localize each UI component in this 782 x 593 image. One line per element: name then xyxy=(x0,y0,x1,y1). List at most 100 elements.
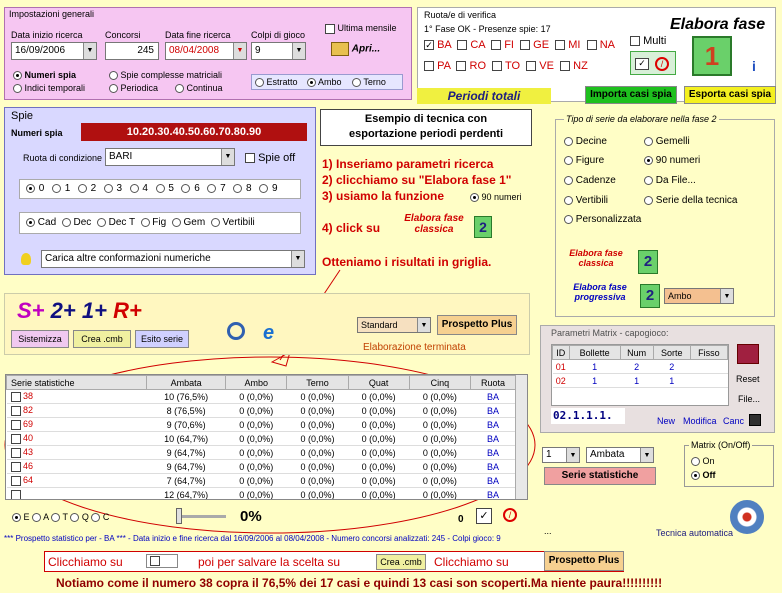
prospetto-plus-button[interactable]: Prospetto Plus xyxy=(437,315,517,335)
save-icon[interactable] xyxy=(749,414,761,426)
matrix-reset[interactable]: Reset xyxy=(736,374,760,384)
matrix-panel: Parametri Matrix - capogioco: ID Bollett… xyxy=(540,325,775,433)
checkbox-sample-icon xyxy=(146,554,178,568)
crea-cmb-button[interactable]: Crea .cmb xyxy=(73,330,131,348)
radio-icon[interactable] xyxy=(91,513,101,523)
chevron-down-icon[interactable]: ▼ xyxy=(566,448,579,462)
chevron-down-icon[interactable]: ▼ xyxy=(640,448,653,462)
checkbox-icon[interactable] xyxy=(10,475,21,486)
confirm-check-icon[interactable]: ✓ xyxy=(476,508,492,524)
elabora-classica-button[interactable]: 2 xyxy=(638,250,658,274)
target-icon[interactable] xyxy=(730,500,764,534)
matrix-col: Num xyxy=(619,345,654,360)
radio-icon[interactable] xyxy=(691,471,700,481)
radio-icon[interactable] xyxy=(644,195,653,205)
matrix-table: ID Bollette Num Sorte Fisso 01 1 2 2 02 1 1 1 xyxy=(552,345,729,388)
tipo-gemelli[interactable]: Gemelli xyxy=(644,136,690,147)
matrix-dots: ... xyxy=(544,526,552,536)
checkbox-icon[interactable] xyxy=(10,461,21,472)
matrix-col: Fisso xyxy=(689,345,729,360)
results-col[interactable]: Cinq xyxy=(408,375,471,390)
matrix-modifica[interactable]: Modifica xyxy=(683,416,717,426)
results-col[interactable]: Ambo xyxy=(225,375,288,390)
checkbox-icon[interactable] xyxy=(10,419,21,430)
tipo-cadenze[interactable]: Cadenze xyxy=(564,175,616,186)
search-icon[interactable] xyxy=(227,322,245,340)
radio-icon[interactable] xyxy=(70,513,80,523)
checkbox-icon[interactable] xyxy=(10,405,21,416)
tipo-decine[interactable]: Decine xyxy=(564,136,607,147)
matrix-title: Parametri Matrix - capogioco: xyxy=(551,328,669,338)
elabora-progressiva-label: Elabora fase progressiva xyxy=(573,282,627,302)
checkbox-icon[interactable] xyxy=(10,391,21,402)
radio-icon[interactable] xyxy=(564,136,573,146)
tipo-figure[interactable]: Figure xyxy=(564,155,604,166)
cancel-icon[interactable]: / xyxy=(503,508,517,522)
results-col[interactable]: Terno xyxy=(286,375,349,390)
radio-icon[interactable] xyxy=(32,513,42,523)
matrix-code: 02.1.1.1. xyxy=(551,408,625,424)
footer-poi: poi per salvare la scelta su xyxy=(198,555,341,569)
checkbox-icon[interactable] xyxy=(10,433,21,444)
checkbox-icon[interactable] xyxy=(10,447,21,458)
table-row[interactable]: 64 7 (64,7%) 0 (0,0%) 0 (0,0%) 0 (0,0%) 0 (0,… xyxy=(6,473,516,488)
sistemizza-button[interactable]: Sistemizza xyxy=(11,330,69,348)
radio-icon[interactable] xyxy=(564,155,573,165)
radio-icon[interactable] xyxy=(564,175,573,185)
radio-icon[interactable] xyxy=(51,513,61,523)
chevron-down-icon[interactable]: ▼ xyxy=(417,318,430,332)
matrix-new[interactable]: New xyxy=(657,416,675,426)
serie-statistiche-button[interactable]: Serie statistiche xyxy=(544,467,656,485)
matrix-off[interactable]: Off xyxy=(691,470,716,481)
table-row[interactable]: 46 9 (64,7%) 0 (0,0%) 0 (0,0%) 0 (0,0%) 0 (0,… xyxy=(6,459,516,474)
matrix-canc[interactable]: Canc xyxy=(723,416,744,426)
formula-text: S+ 2+ 1+ R+ xyxy=(17,298,142,323)
matrix-file[interactable]: File... xyxy=(738,394,760,404)
radio-icon[interactable] xyxy=(644,155,653,165)
results-col[interactable]: Serie statistiche xyxy=(6,375,147,390)
tipo-personalizzata[interactable]: Personalizzata xyxy=(564,214,641,225)
radio-icon[interactable] xyxy=(564,195,573,205)
table-row[interactable]: 12 (64,7%) 0 (0,0%) 0 (0,0%) 0 (0,0%) 0 (0,0… xyxy=(6,487,516,499)
footer-crea-cmb: Crea .cmb xyxy=(376,554,426,570)
chevron-down-icon[interactable]: ▼ xyxy=(720,289,733,303)
percent-value: 0% xyxy=(240,508,262,525)
slider-thumb[interactable] xyxy=(176,508,182,524)
elabora-progressiva-button[interactable]: 2 xyxy=(640,284,660,308)
table-row[interactable]: 43 9 (64,7%) 0 (0,0%) 0 (0,0%) 0 (0,0%) 0 (0,… xyxy=(6,445,516,460)
results-col[interactable]: Ruota xyxy=(469,375,517,390)
table-scrollbar[interactable] xyxy=(515,375,527,499)
progressiva-sorte-select[interactable]: Ambo ▼ xyxy=(664,288,734,304)
checkbox-icon xyxy=(150,556,160,566)
results-col[interactable]: Ambata xyxy=(145,375,227,390)
percent-slider[interactable] xyxy=(176,515,226,518)
radio-icon[interactable] xyxy=(564,214,573,224)
matrix-row[interactable]: 02 1 1 1 xyxy=(552,373,728,388)
browser-icon[interactable]: e xyxy=(263,322,285,344)
tipo-90-numeri[interactable]: 90 numeri xyxy=(644,155,700,166)
radio-icon[interactable] xyxy=(12,513,21,523)
results-col[interactable]: Quat xyxy=(347,375,410,390)
radio-icon[interactable] xyxy=(644,175,653,185)
tipo-vertibili[interactable]: Vertibili xyxy=(564,195,608,206)
table-row[interactable]: 69 9 (70,6%) 0 (0,0%) 0 (0,0%) 0 (0,0%) 0 (0,… xyxy=(6,417,516,432)
radio-icon[interactable] xyxy=(644,136,653,146)
serie-sorte-select[interactable]: Ambata ▼ xyxy=(586,447,654,463)
footer-prospetto: Prospetto Plus xyxy=(544,551,624,571)
table-row[interactable]: 38 10 (76,5%) 0 (0,0%) 0 (0,0%) 0 (0,0%) 0 (0… xyxy=(6,389,516,404)
checkbox-icon[interactable] xyxy=(10,489,21,499)
zero-value: 0 xyxy=(458,514,464,525)
tipo-da-file[interactable]: Da File... xyxy=(644,175,696,186)
matrix-col: ID xyxy=(552,345,570,360)
matrix-on[interactable]: On xyxy=(691,456,715,467)
book-icon[interactable] xyxy=(737,344,759,364)
radio-icon[interactable] xyxy=(691,457,700,467)
serie-num-select[interactable]: 1 ▼ xyxy=(542,447,580,463)
tipo-serie-tecnica[interactable]: Serie della tecnica xyxy=(644,195,738,206)
table-row[interactable]: 82 8 (76,5%) 0 (0,0%) 0 (0,0%) 0 (0,0%) 0 (0,… xyxy=(6,403,516,418)
matrix-row[interactable]: 01 1 2 2 xyxy=(552,359,728,374)
table-row[interactable]: 40 10 (64,7%) 0 (0,0%) 0 (0,0%) 0 (0,0%) 0 (0… xyxy=(6,431,516,446)
matrix-onoff-panel: Matrix (On/Off) On Off xyxy=(684,440,774,487)
esito-serie-button[interactable]: Esito serie xyxy=(135,330,189,348)
standard-select[interactable]: Standard ▼ xyxy=(357,317,431,333)
